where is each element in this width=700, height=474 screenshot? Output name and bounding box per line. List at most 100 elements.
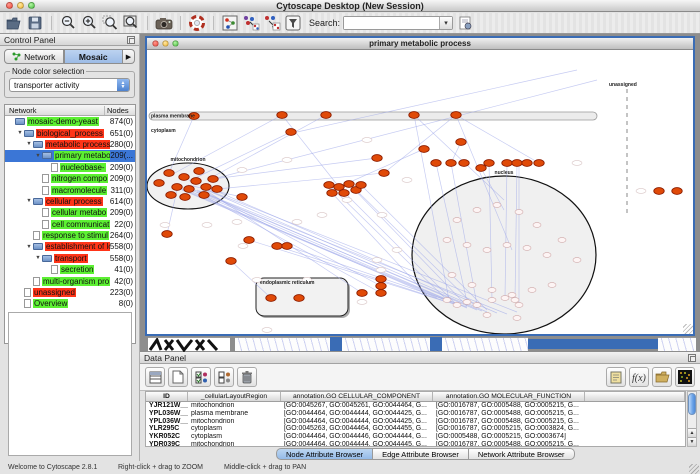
tree-row[interactable]: response to stimul264(0) — [5, 230, 135, 241]
tree-row[interactable]: multi-organism pro42(0) — [5, 275, 135, 286]
tree-row[interactable]: secretion41(0) — [5, 264, 135, 275]
search-box[interactable]: ▾ — [343, 16, 453, 30]
table-row[interactable]: YJR121W__1mitochondrion[GO:0045267, GO:0… — [146, 402, 685, 410]
tab-network-attribute-browser[interactable]: Network Attribute Browser — [469, 448, 575, 460]
control-panel: Control Panel Network Mosaic ▶ Node colo… — [0, 34, 140, 461]
zoom-fit-icon[interactable] — [122, 14, 140, 32]
chevron-down-icon[interactable]: ▾ — [439, 17, 452, 29]
save-session-icon[interactable] — [26, 14, 44, 32]
align-nodes-icon[interactable] — [263, 14, 281, 32]
layout-icon[interactable] — [242, 14, 260, 32]
minimize-button[interactable] — [17, 2, 24, 9]
member-node — [503, 243, 511, 248]
disclosure-triangle[interactable]: ▼ — [16, 130, 24, 136]
network-node — [409, 112, 419, 119]
table-row[interactable]: YPL036W__1mitochondrion[GO:0044464, GO:0… — [146, 417, 685, 425]
search-input[interactable] — [344, 17, 439, 29]
maximize-button[interactable] — [28, 2, 35, 9]
window-resize-grip[interactable] — [689, 464, 699, 474]
close-button[interactable] — [6, 2, 13, 9]
table-column-header[interactable] — [585, 392, 685, 401]
float-panel-icon[interactable] — [688, 354, 696, 362]
network-node — [199, 192, 209, 199]
select-all-attributes-icon[interactable] — [191, 367, 211, 387]
tree-row[interactable]: ▼metabolic process280(0) — [5, 139, 135, 150]
network-canvas[interactable]: plasma membranecytoplasmmitochondrionnuc… — [147, 50, 693, 334]
window-resize-grip[interactable] — [683, 324, 693, 334]
tree-column-nodes[interactable]: Nodes — [105, 106, 135, 115]
node-label-stub — [202, 223, 212, 228]
network-view[interactable]: plasma membranecytoplasmmitochondrionnuc… — [147, 50, 693, 334]
tree-node-label: multi-organism pro — [42, 277, 110, 286]
tab-node-attribute-browser[interactable]: Node Attribute Browser — [276, 448, 373, 460]
tree-row[interactable]: unassigned223(0) — [5, 287, 135, 298]
tree-row[interactable]: ▼transport558(0) — [5, 253, 135, 264]
table-row[interactable]: YKR052Ccytoplasm[GO:0044464, GO:0044446,… — [146, 433, 685, 441]
table-column-header[interactable]: annotation.GO MOLECULAR_FUNCTION — [433, 392, 585, 401]
scrollbar-thumb[interactable] — [688, 393, 696, 415]
toolbar-separator — [147, 16, 148, 30]
tab-overflow-arrow[interactable]: ▶ — [123, 49, 135, 64]
tree-row[interactable]: nucleobase-209(0) — [5, 162, 135, 173]
close-icon[interactable] — [152, 40, 158, 46]
tree-row[interactable]: ▼primary metabo209(... — [5, 150, 135, 161]
network-view-window[interactable]: primary metabolic process plasma membran… — [145, 36, 695, 336]
tree-row[interactable]: cell communicat22(0) — [5, 219, 135, 230]
member-node — [453, 303, 461, 308]
table-column-header[interactable]: ID — [146, 392, 188, 401]
table-column-header[interactable]: _cellularLayoutRegion — [188, 392, 281, 401]
filter-icon[interactable] — [284, 14, 302, 32]
tree-row[interactable]: cellular metabo209(0) — [5, 207, 135, 218]
zoom-in-icon[interactable] — [80, 14, 98, 32]
function-builder-icon[interactable]: f(x) — [629, 367, 649, 387]
tree-row[interactable]: macromolecule311(0) — [5, 184, 135, 195]
zoom-selected-icon[interactable] — [101, 14, 119, 32]
matrix-icon[interactable] — [675, 367, 695, 387]
table-row[interactable]: YPL036W__2plasma membrane[GO:0044464, GO… — [146, 410, 685, 418]
minimize-icon[interactable] — [162, 40, 168, 46]
tab-network[interactable]: Network — [4, 49, 64, 64]
open-session-icon[interactable] — [5, 14, 23, 32]
new-attribute-icon[interactable] — [168, 367, 188, 387]
table-column-header[interactable]: annotation.GO CELLULAR_COMPONENT — [281, 392, 433, 401]
scroll-down-icon[interactable]: ▼ — [688, 437, 696, 446]
tab-mosaic[interactable]: Mosaic — [64, 49, 124, 64]
region-label-endoplasmic-reticulum: endoplasmic reticulum — [260, 280, 315, 286]
zoom-out-icon[interactable] — [59, 14, 77, 32]
disclosure-triangle[interactable]: ▼ — [34, 255, 42, 261]
tree-column-network[interactable]: Network — [5, 106, 105, 115]
disclosure-triangle[interactable]: ▼ — [25, 244, 33, 250]
tree-row[interactable]: nitrogen compo209(0) — [5, 173, 135, 184]
annotation-icon[interactable] — [606, 367, 626, 387]
disclosure-triangle[interactable]: ▼ — [25, 198, 33, 204]
node-label-stub — [232, 220, 242, 225]
window-titlebar: Cytoscape Desktop (New Session) — [0, 0, 700, 12]
table-row[interactable]: YDR039C__1mitochondrion[GO:0044464, GO:0… — [146, 440, 685, 447]
vizmapper-icon[interactable] — [221, 14, 239, 32]
member-node — [558, 238, 566, 243]
select-attributes-icon[interactable] — [145, 367, 165, 387]
tab-edge-attribute-browser[interactable]: Edge Attribute Browser — [373, 448, 469, 460]
node-label-stub — [292, 220, 302, 225]
disclosure-triangle[interactable]: ▼ — [34, 153, 42, 159]
plugins-help-icon[interactable] — [188, 14, 206, 32]
tree-node-label: macromolecule — [51, 186, 107, 195]
delete-attribute-icon[interactable] — [237, 367, 257, 387]
attribute-table[interactable]: ID_cellularLayoutRegionannotation.GO CEL… — [145, 391, 686, 447]
unselect-all-attributes-icon[interactable] — [214, 367, 234, 387]
import-attributes-icon[interactable] — [652, 367, 672, 387]
maximize-icon[interactable] — [172, 40, 178, 46]
tree-row[interactable]: ▼establishment of lo558(0) — [5, 241, 135, 252]
tree-row[interactable]: ▼biological_process651(0) — [5, 127, 135, 138]
table-scrollbar[interactable]: ▲ ▼ — [687, 391, 697, 447]
node-color-dropdown[interactable]: transporter activity ▲▼ — [9, 78, 130, 92]
tree-row[interactable]: ▼cellular process614(0) — [5, 196, 135, 207]
attribute-settings-icon[interactable] — [456, 14, 474, 32]
tree-row[interactable]: mosaic-demo-yeast874(0) — [5, 116, 135, 127]
tree-row[interactable]: Overview8(0) — [5, 298, 135, 309]
snapshot-icon[interactable] — [155, 14, 173, 32]
table-row[interactable]: YLR295Ccytoplasm[GO:0045263, GO:0044464,… — [146, 425, 685, 433]
float-panel-icon[interactable] — [127, 36, 135, 44]
scroll-up-icon[interactable]: ▲ — [688, 428, 696, 437]
disclosure-triangle[interactable]: ▼ — [25, 141, 33, 147]
